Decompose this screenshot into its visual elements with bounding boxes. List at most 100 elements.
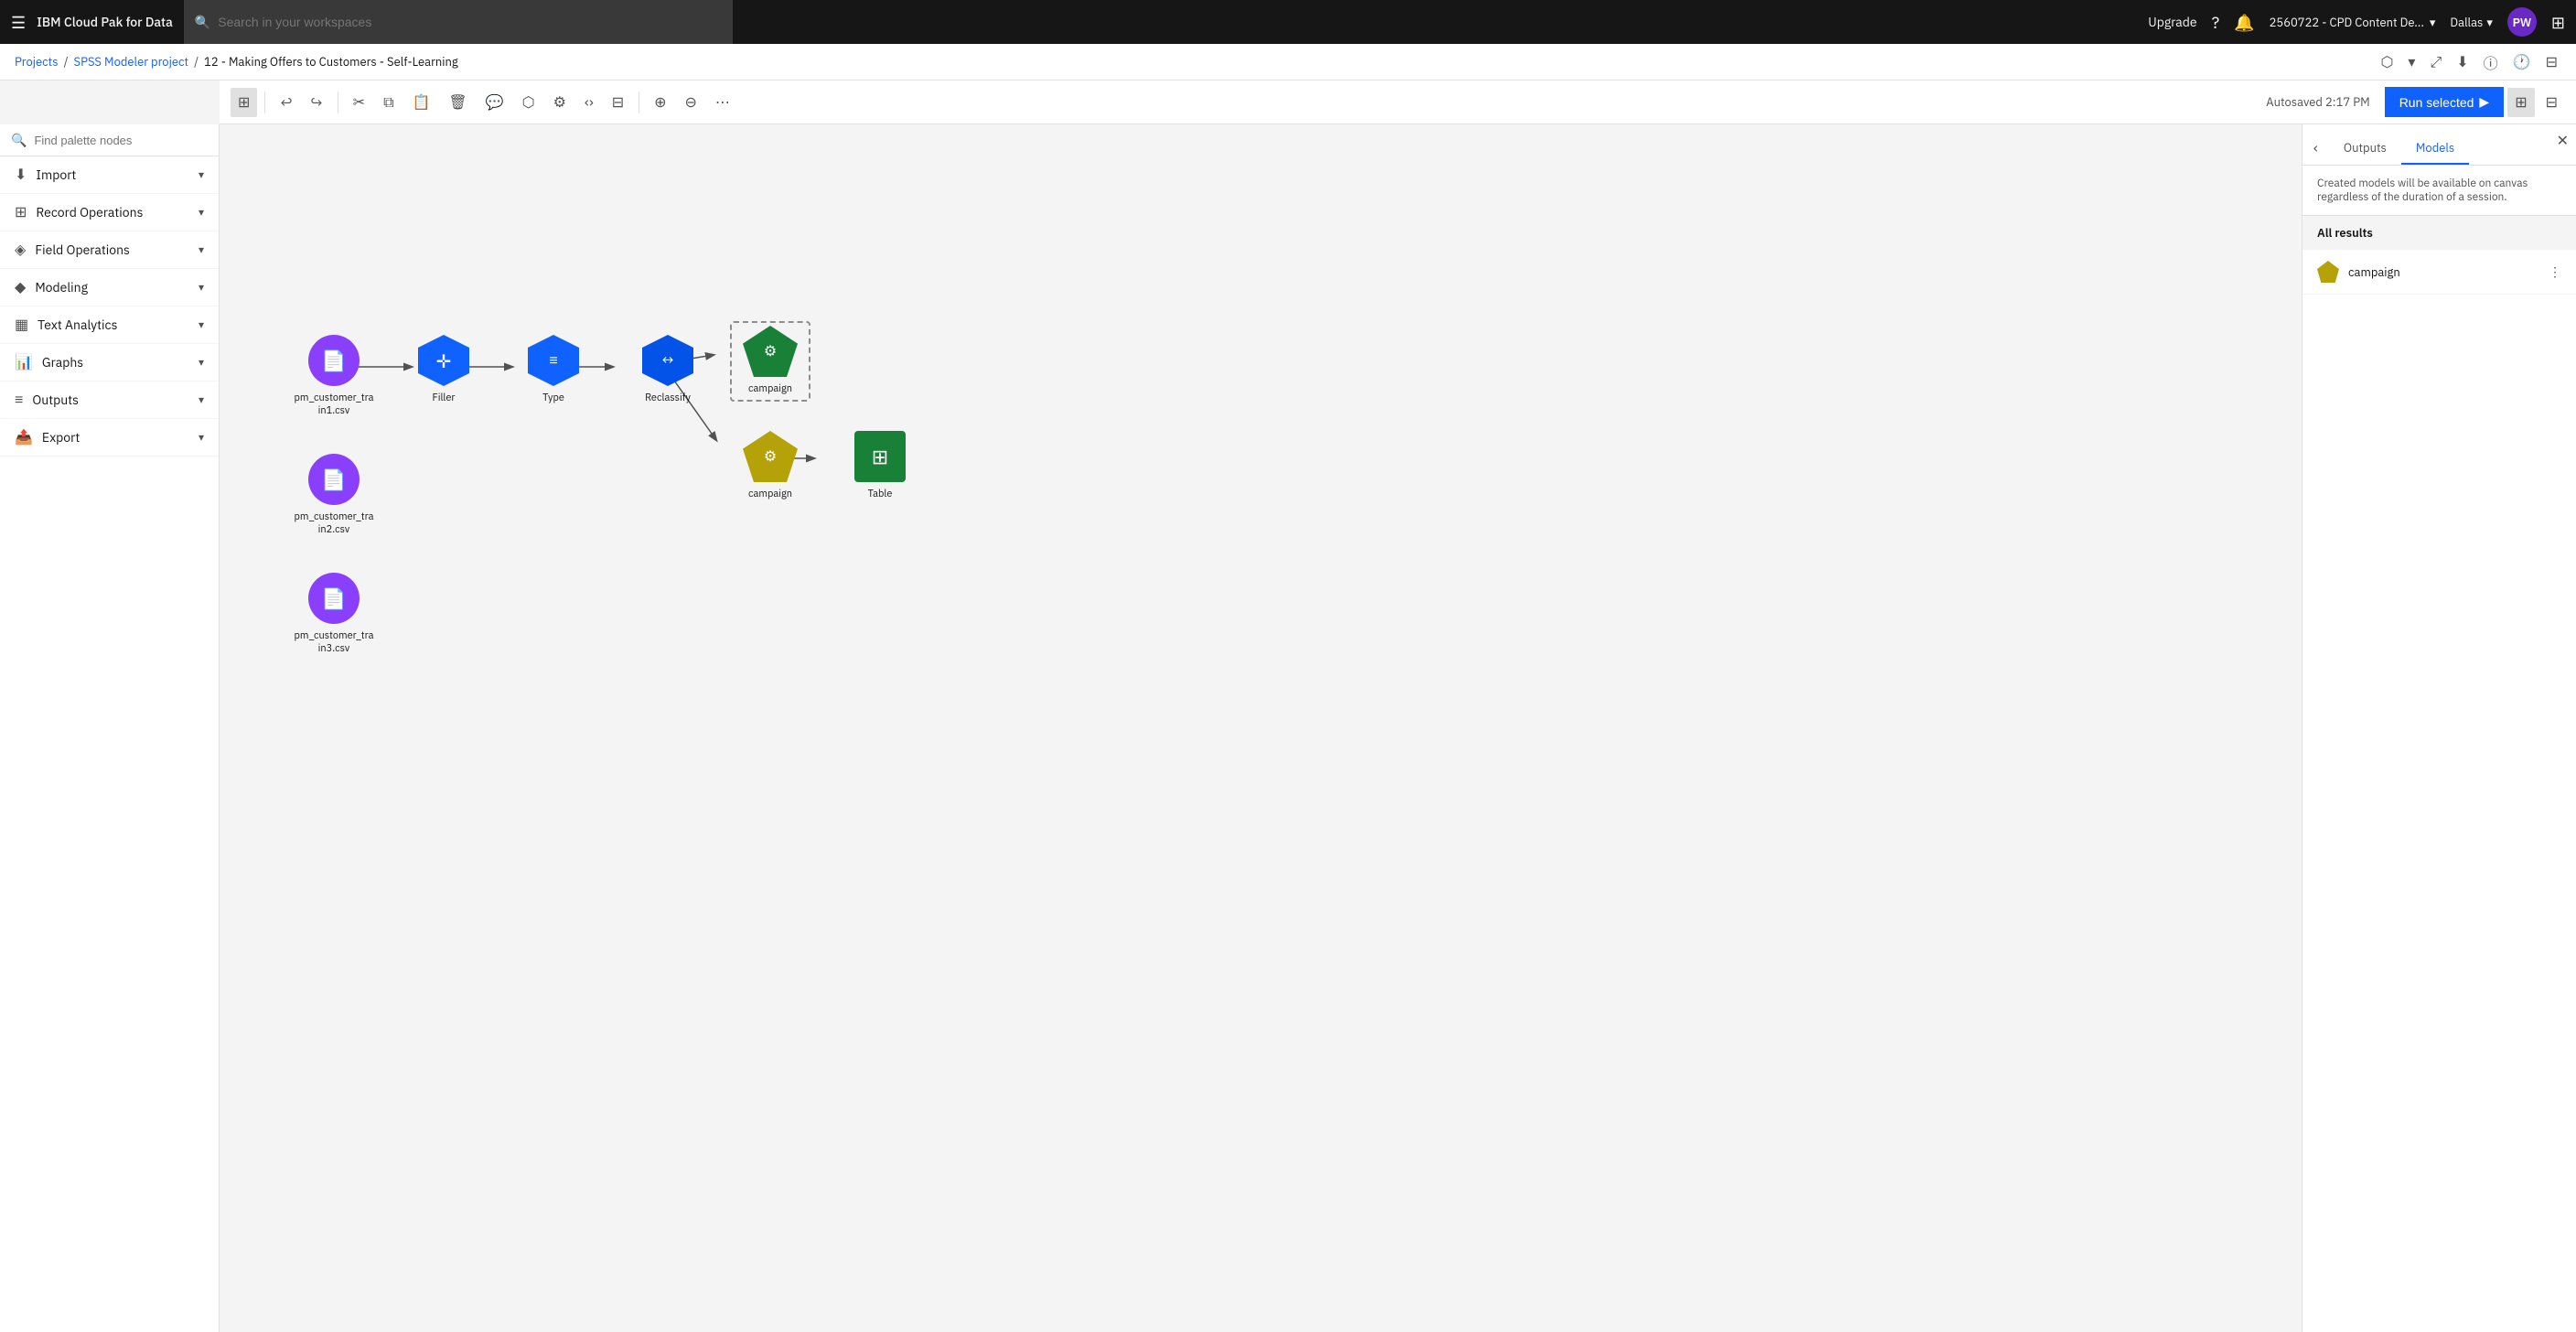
breadcrumb-download-icon[interactable]: ⬇ (2453, 49, 2472, 75)
apps-icon[interactable]: ⊞ (2551, 12, 2565, 33)
user-avatar[interactable]: PW (2507, 7, 2537, 37)
delete-btn[interactable]: 🗑 (441, 88, 474, 117)
nav-actions: Upgrade ? 🔔 2560722 - CPD Content De... … (2148, 7, 2565, 37)
csv3-label: pm_customer_train3.csv (294, 629, 373, 656)
panel-back-btn[interactable]: ‹ (2302, 132, 2329, 165)
node-csv2[interactable]: 📄 pm_customer_train2.csv (293, 454, 375, 537)
breadcrumb-current: 12 - Making Offers to Customers - Self-L… (204, 54, 458, 70)
link-btn[interactable]: ⬡ (515, 88, 542, 117)
run-selected-button[interactable]: Run selected ▶ (2385, 87, 2505, 117)
node-campaign-selected[interactable]: ⚙ campaign (734, 326, 807, 395)
breadcrumb-action-1[interactable]: ⬡ (2377, 49, 2397, 75)
breadcrumb-sep2: / (194, 54, 199, 70)
code-btn[interactable]: ‹› (577, 88, 601, 117)
redo-btn[interactable]: ↪ (304, 88, 330, 117)
node-filler[interactable]: ✛ Filler (407, 335, 480, 404)
sidebar-item-modeling[interactable]: ◆ Modeling ▾ (0, 269, 219, 306)
sidebar-item-text-analytics-label: Text Analytics (38, 317, 117, 333)
hamburger-icon[interactable]: ☰ (11, 12, 26, 33)
tab-models[interactable]: Models (2401, 133, 2469, 165)
upgrade-link[interactable]: Upgrade (2148, 14, 2196, 30)
panel-header-row: ‹ Outputs Models (2302, 124, 2576, 166)
more-btn[interactable]: ⋯ (708, 88, 737, 117)
node-reclassify[interactable]: ↔ Reclassify (627, 335, 709, 404)
import-chevron-icon: ▾ (199, 168, 204, 182)
outputs-icon: ≡ (15, 391, 23, 409)
account-selector[interactable]: 2560722 - CPD Content De... ▾ (2270, 15, 2436, 30)
campaign-gold-label: campaign (748, 488, 792, 500)
brand-name: IBM Cloud Pak for Data (37, 14, 173, 30)
sidebar-item-record-operations[interactable]: ⊞ Record Operations ▾ (0, 194, 219, 231)
node-csv3[interactable]: 📄 pm_customer_train3.csv (293, 573, 375, 656)
breadcrumb-projects[interactable]: Projects (15, 54, 59, 70)
search-input[interactable] (218, 15, 722, 29)
breadcrumb-bar: Projects / SPSS Modeler project / 12 - M… (0, 44, 2576, 81)
breadcrumb-split-icon[interactable]: ⊟ (2542, 49, 2561, 75)
record-ops-icon: ⊞ (15, 203, 27, 221)
comment-btn[interactable]: 💬 (478, 88, 511, 117)
search-bar[interactable]: 🔍 (184, 0, 733, 44)
breadcrumb-chevron[interactable]: ▾ (2404, 49, 2419, 75)
top-nav: ☰ IBM Cloud Pak for Data 🔍 Upgrade ? 🔔 2… (0, 0, 2576, 44)
breadcrumb-history-icon[interactable]: 🕐 (2509, 49, 2535, 75)
sidebar-item-text-analytics[interactable]: ▦ Text Analytics ▾ (0, 306, 219, 344)
record-ops-chevron-icon: ▾ (199, 206, 204, 220)
sidebar: 🔍 ⬇ Import ▾ ⊞ Record Operations ▾ ◈ Fie… (0, 124, 220, 1332)
import-icon: ⬇ (15, 166, 27, 184)
zoom-in-btn[interactable]: ⊕ (647, 88, 673, 117)
toolbar: ⊞ ↩ ↪ ✂ ⧉ 📋 🗑 💬 ⬡ ⚙ ‹› ⊟ ⊕ ⊖ ⋯ Autosaved… (220, 81, 2576, 124)
breadcrumb-info-icon[interactable]: ⓘ (2480, 48, 2502, 77)
location-chevron-icon: ▾ (2486, 15, 2493, 30)
modeling-icon: ◆ (15, 278, 26, 296)
sidebar-item-export[interactable]: 📤 Export ▾ (0, 419, 219, 457)
node-campaign-gold[interactable]: ⚙ campaign (734, 431, 807, 500)
account-name: 2560722 - CPD Content De... (2270, 15, 2424, 30)
all-results-header: All results (2302, 216, 2576, 250)
paste-btn[interactable]: 📋 (405, 88, 438, 117)
sidebar-search-icon: 🔍 (11, 132, 27, 148)
tab-outputs[interactable]: Outputs (2329, 133, 2401, 165)
graphs-icon: 📊 (15, 353, 33, 371)
result-campaign-menu-icon[interactable]: ⋮ (2549, 263, 2561, 280)
type-label: Type (542, 392, 564, 404)
export-icon: 📤 (15, 428, 33, 446)
csv1-label: pm_customer_train1.csv (294, 392, 373, 418)
app-layout: 🔍 ⬇ Import ▾ ⊞ Record Operations ▾ ◈ Fie… (0, 124, 2576, 1332)
breadcrumb-expand-icon[interactable]: ⤢ (2426, 49, 2445, 75)
notifications-icon[interactable]: 🔔 (2234, 12, 2254, 33)
canvas-area[interactable]: 📄 pm_customer_train1.csv ✛ Filler ≡ Type… (220, 124, 2302, 1332)
location-selector[interactable]: Dallas ▾ (2450, 15, 2492, 30)
right-panel-close-btn[interactable]: ✕ (2557, 132, 2569, 150)
text-analytics-icon: ▦ (15, 316, 28, 334)
node-type[interactable]: ≡ Type (517, 335, 590, 404)
sidebar-item-outputs-label: Outputs (32, 392, 79, 408)
field-ops-icon: ◈ (15, 241, 26, 259)
table-shape: ⊞ (854, 431, 906, 482)
reclassify-shape: ↔ (642, 335, 693, 386)
zoom-out-btn[interactable]: ⊖ (678, 88, 704, 117)
table-label: Table (868, 488, 893, 500)
node-csv1[interactable]: 📄 pm_customer_train1.csv (293, 335, 375, 418)
node-panel-btn[interactable]: ⊟ (605, 88, 631, 117)
sidebar-item-modeling-label: Modeling (35, 279, 88, 295)
breadcrumb-spss[interactable]: SPSS Modeler project (74, 54, 189, 70)
sidebar-item-graphs[interactable]: 📊 Graphs ▾ (0, 344, 219, 381)
undo-btn[interactable]: ↩ (273, 88, 299, 117)
sidebar-item-field-operations[interactable]: ◈ Field Operations ▾ (0, 231, 219, 269)
result-item-campaign[interactable]: campaign ⋮ (2302, 250, 2576, 295)
csv2-shape: 📄 (308, 454, 360, 505)
sidebar-item-outputs[interactable]: ≡ Outputs ▾ (0, 381, 219, 419)
sidebar-search-input[interactable] (34, 134, 208, 147)
sidebar-item-import[interactable]: ⬇ Import ▾ (0, 156, 219, 194)
help-icon[interactable]: ? (2212, 12, 2220, 33)
palette-toggle-btn[interactable]: ⊞ (231, 88, 257, 117)
campaign-gold-shape: ⚙ (743, 431, 798, 482)
list-view-btn[interactable]: ⊟ (2538, 88, 2565, 117)
settings-btn[interactable]: ⚙ (546, 88, 574, 117)
grid-view-btn[interactable]: ⊞ (2507, 88, 2534, 117)
node-table[interactable]: ⊞ Table (843, 431, 917, 500)
cut-btn[interactable]: ✂ (346, 88, 372, 117)
toolbar-sep1 (264, 91, 265, 113)
copy-btn[interactable]: ⧉ (376, 88, 401, 117)
csv1-shape: 📄 (308, 335, 360, 386)
